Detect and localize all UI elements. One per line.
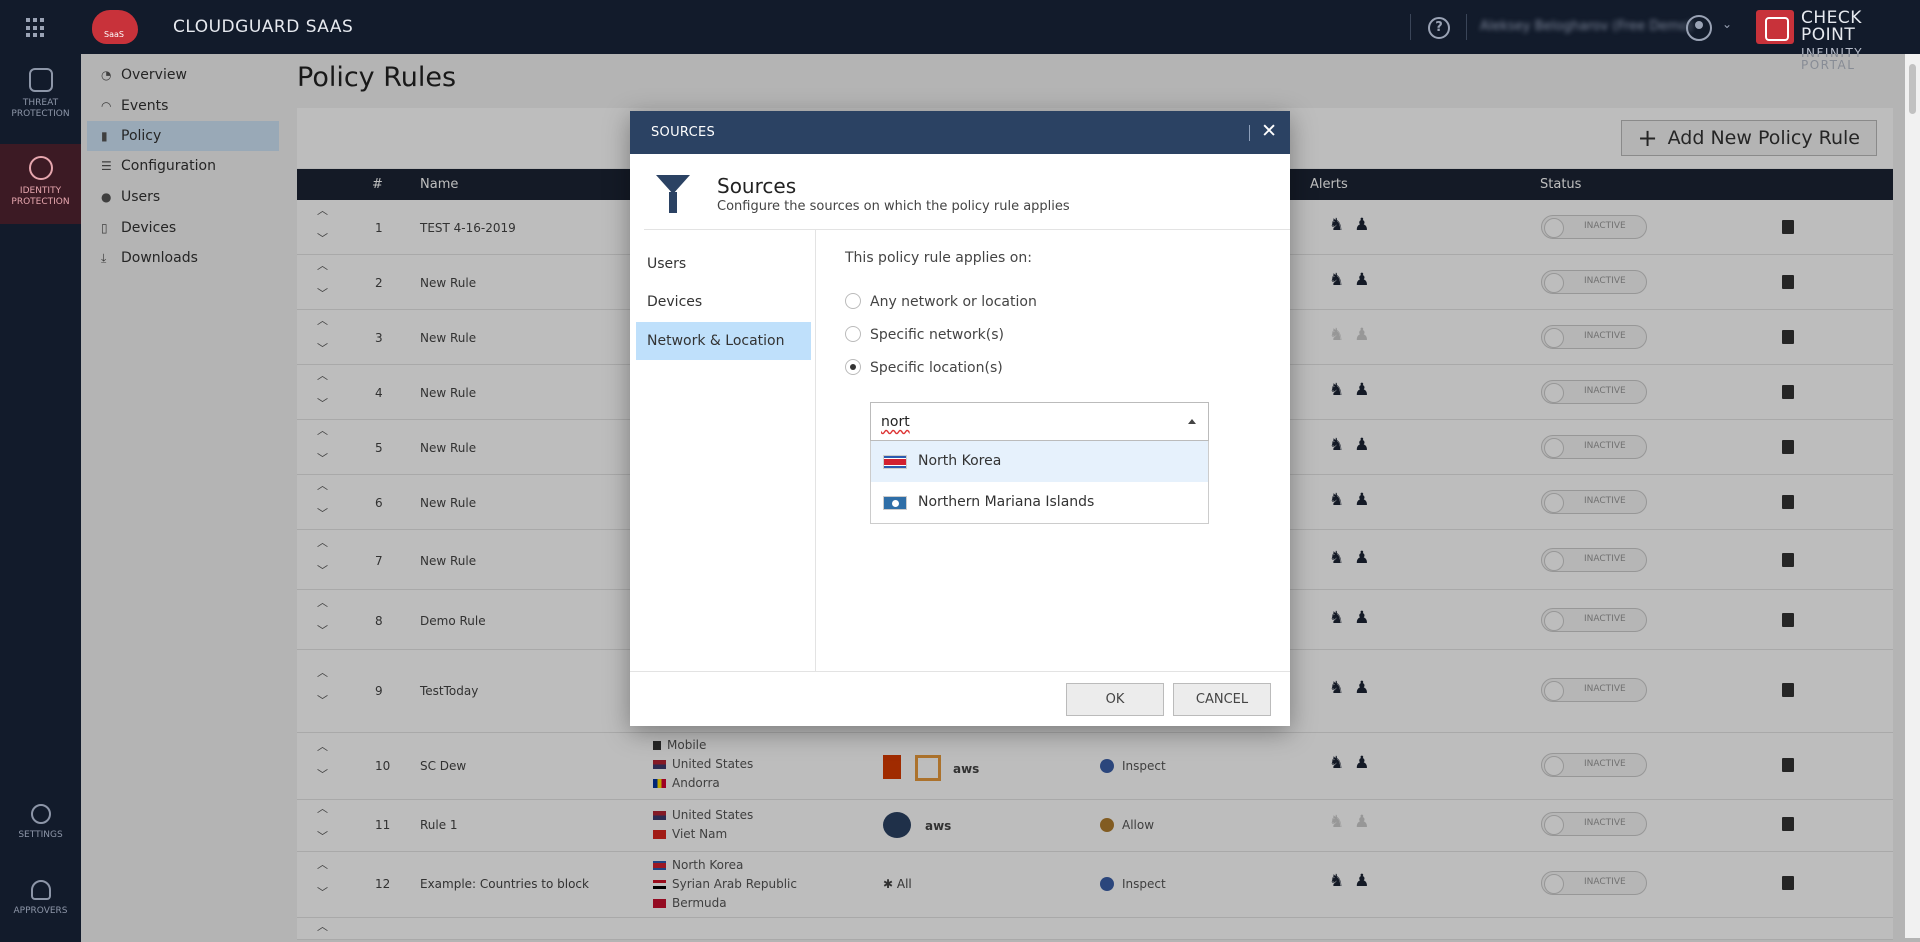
help-icon[interactable]: ?: [1428, 17, 1450, 39]
nav-threat-protection[interactable]: THREAT PROTECTION: [0, 68, 81, 138]
shield-icon: [28, 68, 53, 92]
left-nav: THREAT PROTECTION IDENTITY PROTECTION SE…: [0, 54, 81, 942]
dialog-hero: Sources Configure the sources on which t…: [644, 154, 1290, 230]
tab-users[interactable]: Users: [636, 245, 811, 283]
dialog-header: SOURCES ✕: [630, 111, 1290, 154]
radio-button[interactable]: [845, 359, 861, 375]
radio-any-network[interactable]: Any network or location: [845, 293, 1037, 310]
user-name[interactable]: Aleksey Belogharov (Free Demo): [1480, 19, 1693, 34]
cancel-button[interactable]: CANCEL: [1173, 683, 1271, 716]
filter-icon: [656, 175, 690, 213]
brand-line1: CHECK POINT: [1801, 8, 1862, 45]
radio-label: Specific network(s): [870, 327, 1005, 343]
logo-text: SaaS: [104, 30, 124, 39]
result-label: North Korea: [918, 453, 1002, 469]
tab-network-location[interactable]: Network & Location: [636, 322, 811, 360]
fingerprint-icon: [28, 156, 53, 180]
scrollbar[interactable]: [1905, 54, 1920, 938]
nav-identity-protection[interactable]: IDENTITY PROTECTION: [0, 144, 81, 224]
flag-kp-icon: [883, 455, 907, 469]
checkpoint-logo: [1756, 10, 1794, 44]
radio-button[interactable]: [845, 326, 861, 342]
radio-specific-location[interactable]: Specific location(s): [845, 359, 1003, 376]
cloudguard-logo: SaaS: [92, 10, 138, 44]
dialog-title: SOURCES: [651, 125, 716, 140]
flag-mp-icon: [883, 496, 907, 510]
scrollbar-thumb[interactable]: [1909, 64, 1916, 114]
result-north-korea[interactable]: North Korea: [871, 441, 1208, 482]
nav-label: THREAT PROTECTION: [11, 98, 70, 119]
tab-devices[interactable]: Devices: [636, 283, 811, 321]
divider: [1466, 14, 1467, 40]
nav-approvers[interactable]: APPROVERS: [0, 880, 81, 930]
result-northern-mariana-islands[interactable]: Northern Mariana Islands: [871, 482, 1208, 523]
approver-icon: [30, 880, 51, 900]
radio-specific-network[interactable]: Specific network(s): [845, 326, 1004, 343]
nav-label: APPROVERS: [13, 906, 68, 916]
divider: [1249, 125, 1250, 141]
applies-label: This policy rule applies on:: [845, 250, 1032, 266]
nav-label: IDENTITY PROTECTION: [11, 186, 70, 207]
location-search-input[interactable]: nort: [870, 402, 1209, 441]
divider: [1410, 14, 1411, 40]
dialog-footer: OK CANCEL: [630, 671, 1290, 726]
dialog-heading: Sources: [717, 174, 797, 198]
radio-button[interactable]: [845, 293, 861, 309]
product-title: CLOUDGUARD SAAS: [173, 17, 354, 37]
gear-icon: [30, 804, 51, 824]
search-value[interactable]: nort: [881, 414, 910, 430]
nav-label: SETTINGS: [18, 830, 63, 840]
chevron-down-icon[interactable]: ⌄: [1722, 17, 1732, 31]
avatar[interactable]: [1686, 15, 1712, 41]
radio-label: Specific location(s): [870, 360, 1003, 376]
dialog-tabs: Users Devices Network & Location: [630, 230, 816, 671]
top-bar: SaaS CLOUDGUARD SAAS ? Aleksey Belogharo…: [0, 0, 1920, 71]
sources-dialog: SOURCES ✕ Sources Configure the sources …: [630, 111, 1290, 726]
nav-settings[interactable]: SETTINGS: [0, 804, 81, 854]
chevron-up-icon[interactable]: [1188, 419, 1196, 424]
result-label: Northern Mariana Islands: [918, 494, 1095, 510]
dialog-subheading: Configure the sources on which the polic…: [717, 199, 1070, 214]
ok-button[interactable]: OK: [1066, 683, 1164, 716]
location-combobox[interactable]: nort North Korea Northern Mariana Island…: [870, 402, 1209, 524]
location-results: North Korea Northern Mariana Islands: [870, 441, 1209, 524]
close-icon[interactable]: ✕: [1261, 120, 1277, 142]
app-launcher-icon[interactable]: [26, 18, 46, 38]
radio-label: Any network or location: [870, 294, 1037, 310]
